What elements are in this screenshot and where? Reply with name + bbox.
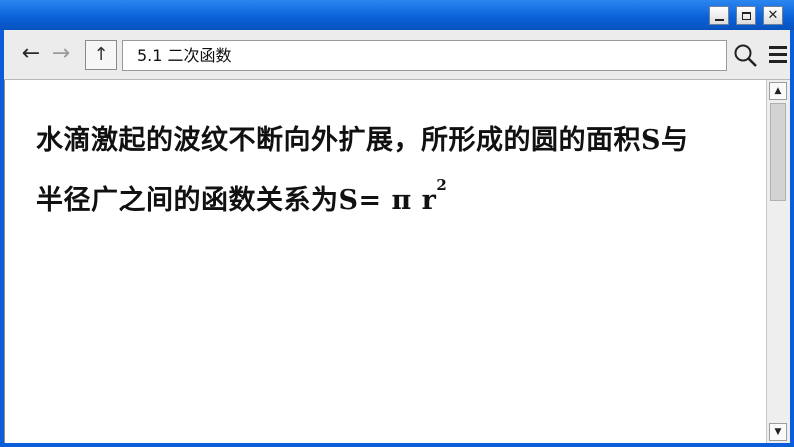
- scroll-up-button[interactable]: ▲: [769, 82, 787, 100]
- forward-arrow-icon: →: [51, 41, 71, 66]
- window-frame-bottom: [0, 443, 794, 447]
- up-button[interactable]: ↑: [85, 40, 117, 70]
- address-bar[interactable]: 5.1 二次函数: [122, 40, 727, 71]
- scroll-down-icon: ▼: [774, 427, 782, 437]
- browser-window: ✕ ← → ↑ 5.1 二次函数 水滴激起的波纹不断向外扩展，所形成的圆的面积S…: [0, 0, 794, 447]
- menu-icon[interactable]: [769, 46, 787, 64]
- search-icon[interactable]: [733, 43, 759, 69]
- vertical-scrollbar[interactable]: ▲ ▼: [766, 80, 790, 443]
- scroll-up-icon: ▲: [774, 86, 782, 96]
- content-line-2-text: 半径广之间的函数关系为S= π r: [36, 185, 437, 216]
- back-arrow-icon: ←: [21, 41, 41, 66]
- content-line-2: 半径广之间的函数关系为S= π r2: [36, 176, 448, 217]
- maximize-button[interactable]: [736, 6, 756, 25]
- minimize-button[interactable]: [709, 6, 729, 25]
- minimize-icon: [714, 18, 724, 21]
- back-button[interactable]: ←: [18, 40, 44, 68]
- maximize-icon: [741, 11, 751, 20]
- close-icon: ✕: [767, 8, 779, 23]
- scroll-thumb[interactable]: [770, 103, 786, 201]
- page-content: 水滴激起的波纹不断向外扩展，所形成的圆的面积S与 半径广之间的函数关系为S= π…: [4, 80, 766, 443]
- forward-button[interactable]: →: [48, 40, 74, 68]
- close-button[interactable]: ✕: [763, 6, 783, 25]
- content-line-1: 水滴激起的波纹不断向外扩展，所形成的圆的面积S与: [36, 125, 689, 156]
- exponent: 2: [436, 176, 448, 194]
- toolbar: ← → ↑ 5.1 二次函数: [4, 30, 790, 80]
- scroll-down-button[interactable]: ▼: [769, 423, 787, 441]
- up-arrow-icon: ↑: [93, 44, 109, 65]
- title-bar[interactable]: ✕: [0, 0, 794, 30]
